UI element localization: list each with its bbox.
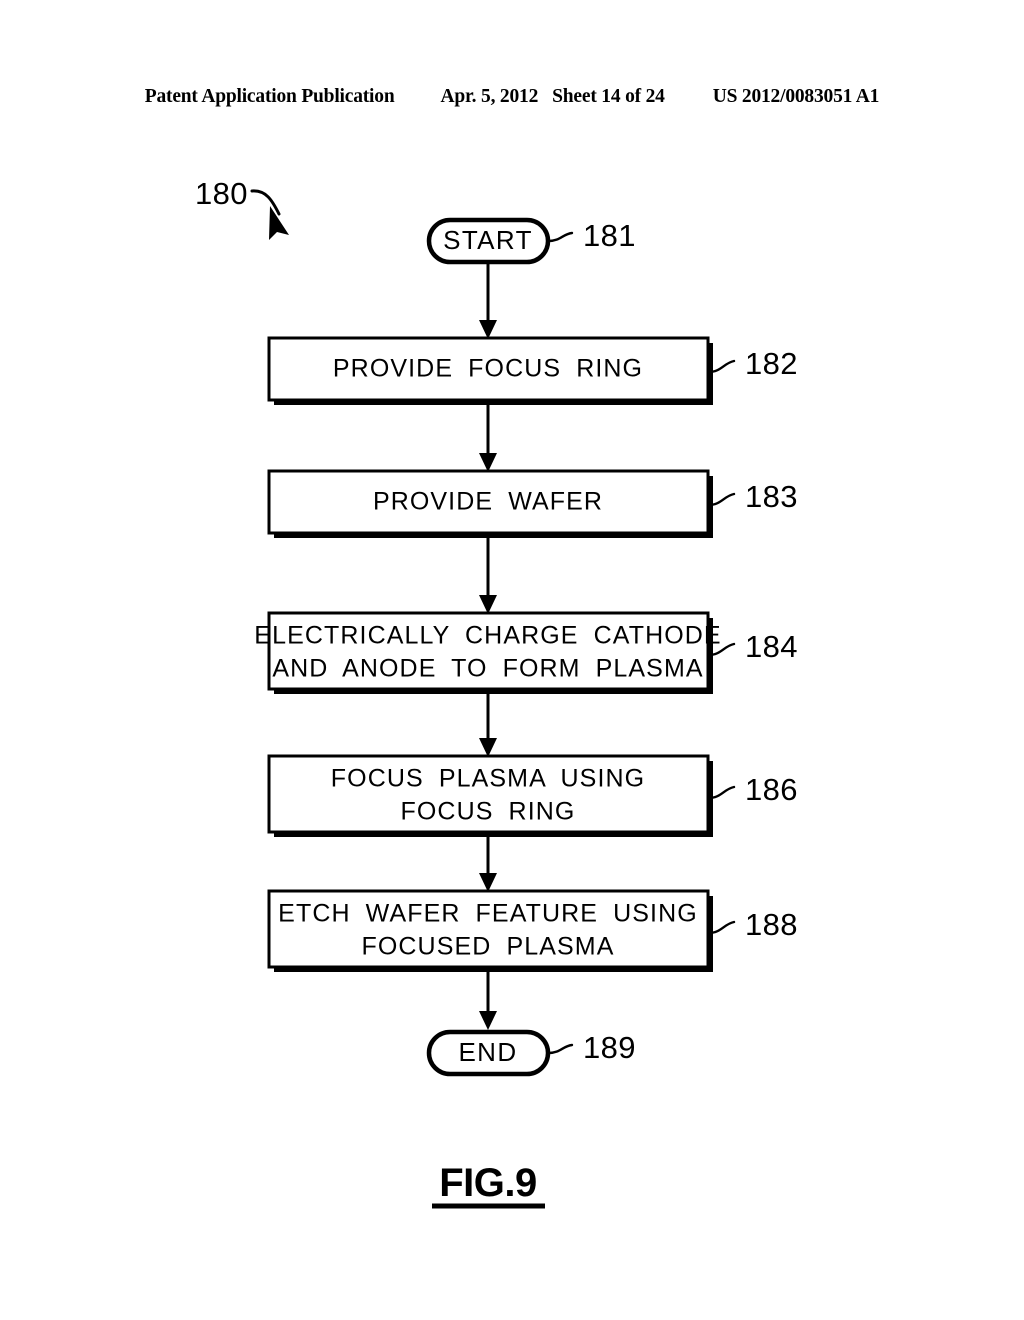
- connector-182-to-183: [479, 405, 497, 472]
- box-188-line-1: ETCH WAFER FEATURE USING: [278, 900, 698, 928]
- box-184-line-1: ELECTRICALLY CHARGE CATHODE: [254, 622, 721, 650]
- leader-line-189: [547, 1043, 574, 1055]
- flow-node-183[interactable]: PROVIDE WAFER: [267, 469, 713, 538]
- ref-number-188: 188: [745, 907, 798, 942]
- box-183-line-1: PROVIDE WAFER: [373, 488, 603, 516]
- diagram-callout-curve: [250, 189, 281, 216]
- ref-number-183: 183: [745, 479, 798, 514]
- flow-node-end[interactable]: END: [426, 1029, 551, 1077]
- end-terminal-label: END: [458, 1037, 517, 1067]
- connector-183-to-184: [479, 538, 497, 614]
- leader-line-181: [547, 231, 574, 243]
- box-184-line-2: AND ANODE TO FORM PLASMA: [272, 655, 703, 683]
- box-186-line-1: FOCUS PLASMA USING: [331, 765, 645, 793]
- flow-node-184[interactable]: ELECTRICALLY CHARGE CATHODE AND ANODE TO…: [254, 611, 721, 694]
- ref-number-181: 181: [583, 218, 636, 253]
- flow-node-182[interactable]: PROVIDE FOCUS RING: [267, 336, 713, 405]
- flow-node-start[interactable]: START: [426, 217, 551, 265]
- flow-node-186[interactable]: FOCUS PLASMA USING FOCUS RING: [267, 754, 713, 837]
- box-182-line-1: PROVIDE FOCUS RING: [333, 355, 643, 383]
- diagram-ref-180: 180: [195, 176, 248, 211]
- box-188-line-2: FOCUSED PLASMA: [361, 933, 614, 961]
- ref-number-186: 186: [745, 772, 798, 807]
- ref-number-189: 189: [583, 1030, 636, 1065]
- ref-number-184: 184: [745, 629, 798, 664]
- connector-186-to-188: [479, 837, 497, 892]
- connector-184-to-186: [479, 694, 497, 757]
- ref-number-182: 182: [745, 346, 798, 381]
- connector-start-to-182: [479, 263, 497, 339]
- box-186-line-2: FOCUS RING: [401, 798, 576, 826]
- connector-188-to-end: [479, 972, 497, 1030]
- start-terminal-label: START: [443, 225, 533, 255]
- flow-node-188[interactable]: ETCH WAFER FEATURE USING FOCUSED PLASMA: [267, 889, 713, 972]
- patent-figure-drawing: 180 START 181 PROVIDE FOCUS RING 182 PRO…: [0, 0, 1024, 1320]
- flowchart-svg: 180 START 181 PROVIDE FOCUS RING 182 PRO…: [195, 176, 798, 1209]
- figure-caption: FIG.9: [439, 1161, 537, 1205]
